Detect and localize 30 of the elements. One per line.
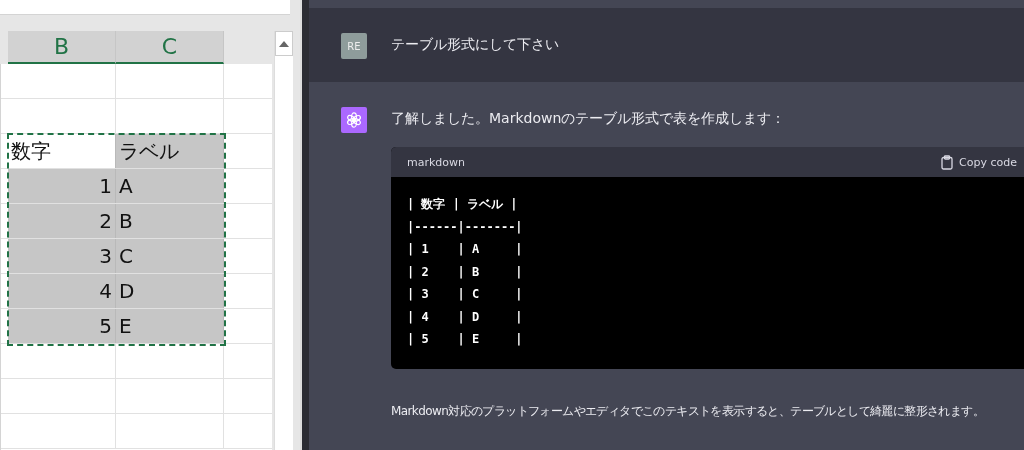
column-header[interactable]: B (8, 31, 116, 64)
code-line: | 1 | A | (407, 241, 524, 258)
copy-code-button[interactable]: Copy code (941, 154, 1017, 170)
table-cell[interactable]: 5 (8, 309, 116, 343)
code-line: | 5 | E | (407, 331, 524, 348)
code-line: | 2 | B | (407, 263, 524, 281)
table-cell[interactable]: C (116, 239, 224, 273)
code-line: |------|-------| (407, 218, 524, 236)
code-line: | 数字 | ラベル | (407, 196, 519, 213)
code-line: | 3 | C | (407, 286, 524, 303)
scroll-up-button[interactable] (275, 31, 293, 56)
table-cell[interactable]: 3 (8, 239, 116, 273)
table-cell[interactable]: ラベル (116, 134, 224, 168)
column-header[interactable]: C (116, 31, 224, 64)
table-cell[interactable]: 1 (8, 169, 116, 203)
triangle-up-icon (279, 40, 289, 47)
table-cell[interactable]: D (116, 274, 224, 308)
table-cell[interactable]: A (116, 169, 224, 203)
table-cell[interactable]: E (116, 309, 224, 343)
code-language: markdown (407, 155, 466, 169)
clipboard-icon (941, 154, 954, 170)
message-text: テーブル形式にして下さい (391, 35, 560, 54)
table-cell[interactable]: 数字 (8, 134, 116, 168)
message-text: Markdown対応のプラットフォームやエディタでこのテキストを表示すると、テーブルとして綺麗に整形されます。 (391, 402, 985, 420)
code-line: | 4 | D | (407, 308, 524, 326)
table-cell[interactable]: B (116, 204, 224, 238)
table-cell[interactable]: 4 (8, 274, 116, 308)
table-cell[interactable]: 2 (8, 204, 116, 238)
message-text: 了解しました。Markdownのテーブル形式で表を作成します： (391, 109, 787, 128)
avatar-initials: RE (347, 40, 361, 52)
